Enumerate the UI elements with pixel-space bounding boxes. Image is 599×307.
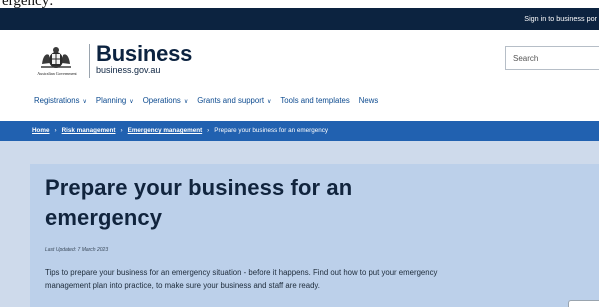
nav-item-news[interactable]: News xyxy=(359,95,379,107)
breadcrumb-separator: › xyxy=(120,127,123,134)
coat-of-arms-icon xyxy=(41,47,71,68)
nav-item-operations[interactable]: Operations ∨ xyxy=(143,95,189,107)
page-caption-fragment: ergency: xyxy=(0,0,599,9)
search-box[interactable] xyxy=(505,46,599,70)
breadcrumb-separator: › xyxy=(207,127,210,134)
chevron-down-icon: ∨ xyxy=(183,99,189,105)
nav-item-label: Grants and support xyxy=(197,96,264,105)
feedback-tab[interactable] xyxy=(568,300,599,307)
chevron-down-icon: ∨ xyxy=(129,99,134,105)
australian-government-crest[interactable]: Australian Government xyxy=(33,46,79,80)
brand-name: Business xyxy=(96,41,193,66)
main-navigation: Registrations ∨ Planning ∨ Operations ∨ Gra… xyxy=(34,95,387,107)
nav-item-label: News xyxy=(358,96,379,105)
nav-item-label: Operations xyxy=(142,96,181,105)
page-description: Tips to prepare your business for an eme… xyxy=(45,268,438,290)
chevron-down-icon: ∨ xyxy=(266,99,272,105)
nav-item-grants-and-support[interactable]: Grants and support ∨ xyxy=(197,95,271,107)
nav-item-label: Tools and templates xyxy=(280,96,350,105)
nav-item-label: Registrations xyxy=(34,96,80,105)
brand-url: business.gov.au xyxy=(96,65,161,75)
nav-item-planning[interactable]: Planning ∨ xyxy=(96,95,134,107)
logo-divider xyxy=(89,44,90,78)
breadcrumb-emergency-management[interactable]: Emergency management xyxy=(128,127,203,134)
search-input[interactable] xyxy=(506,47,599,69)
breadcrumb: Home › Risk management › Emergency managemen… xyxy=(0,121,599,141)
sign-in-link[interactable]: Sign in to business por xyxy=(524,8,599,30)
breadcrumb-separator: › xyxy=(54,127,57,134)
nav-item-registrations[interactable]: Registrations ∨ xyxy=(34,95,87,107)
breadcrumb-home[interactable]: Home xyxy=(32,127,50,134)
australian-government-label: Australian Government xyxy=(37,71,77,76)
nav-item-tools-and-templates[interactable]: Tools and templates xyxy=(280,95,349,107)
utility-bar: Sign in to business por xyxy=(0,8,599,30)
last-updated: Last Updated: 7 March 2023 xyxy=(45,247,109,253)
breadcrumb-current: Prepare your business for an emergency xyxy=(214,127,329,134)
site-logo[interactable]: Business business.gov.au xyxy=(96,41,193,76)
nav-item-label: Planning xyxy=(95,96,127,105)
chevron-down-icon: ∨ xyxy=(82,99,87,105)
breadcrumb-risk-management[interactable]: Risk management xyxy=(62,127,116,134)
page-title: Prepare your business for an emergency xyxy=(45,175,353,230)
